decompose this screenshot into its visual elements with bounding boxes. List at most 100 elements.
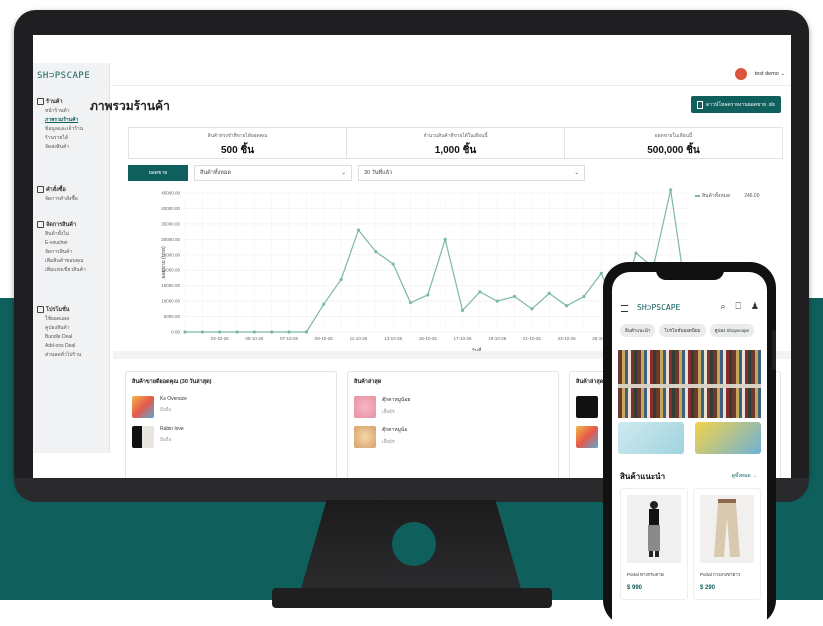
stat-value: 500 ชิ้น [220, 145, 255, 156]
data-point [322, 302, 326, 306]
export-report-label: ดาวน์โหลดรายงานยอดขาย .xls [706, 101, 775, 108]
legend-value: 246.00 [744, 193, 760, 199]
data-point [252, 330, 256, 334]
list-item[interactable]: Rabin love มือถือ [132, 426, 330, 456]
metric-toggle-button[interactable]: ยอดขาย [128, 165, 188, 181]
sidebar-item[interactable]: จัดการคำสั่งซื้อ [37, 194, 107, 203]
sidebar-item[interactable]: คูปองสินค้า [37, 323, 107, 332]
chip[interactable]: โปรโมชั่นยอดนิยม [659, 324, 706, 337]
data-point [339, 277, 343, 282]
top-header: test demo ⌄ [109, 63, 791, 86]
x-tick-label: 03-10-26 [211, 336, 230, 341]
y-tick-label: 15000.00 [161, 283, 180, 288]
sidebar-item[interactable]: Add-ons Deal [37, 341, 107, 350]
product-name: Portal ทางกระดาษ [627, 572, 664, 577]
sidebar-item[interactable]: ร้านรายได้ [37, 133, 107, 142]
promo-tile[interactable] [618, 422, 684, 454]
data-point [564, 304, 569, 308]
x-tick-label: 15-10-26 [419, 336, 438, 341]
period-select-value: 30 วันที่แล้ว [364, 170, 393, 176]
product-thumbnail [576, 396, 598, 418]
user-menu[interactable]: test demo ⌄ [755, 71, 785, 77]
data-point [270, 330, 274, 334]
section-icon [37, 98, 44, 105]
chart-filters: ยอดขาย สินค้าทั้งหมด ⌄ 30 วันที่แล้ว ⌄ [128, 165, 585, 181]
product-image [627, 495, 681, 563]
phone-side-button [772, 330, 776, 370]
product-card[interactable]: Portal ทางกระดาษ $ 990 [620, 488, 688, 600]
product-card[interactable]: Portal กางเกงขายาว $ 290 [693, 488, 761, 600]
chip[interactable]: คูปอง Shopscape [709, 324, 755, 337]
chip[interactable]: สินค้าแนะนำ [620, 324, 656, 337]
section-icon [37, 306, 44, 313]
x-tick-label: 09-10-26 [315, 336, 334, 341]
data-point [183, 330, 187, 334]
y-tick-label: 45000.00 [161, 191, 180, 196]
y-tick-label: 5000.00 [164, 314, 181, 319]
sidebar-group-label: โปรโมชั่น [46, 306, 70, 313]
sidebar-item[interactable]: E-voucher [37, 238, 107, 247]
product-price: $ 290 [700, 585, 716, 591]
sidebar-item[interactable]: เพิ่มแท่งเขียวสินค้า [37, 265, 107, 274]
data-point [426, 293, 430, 297]
search-icon[interactable]: ⌕ [720, 301, 725, 312]
sidebar-group-head[interactable]: คำสั่งซื้อ [37, 185, 107, 194]
product-select[interactable]: สินค้าทั้งหมด ⌄ [194, 165, 352, 181]
promo-tile[interactable] [695, 422, 761, 454]
data-point [634, 251, 638, 255]
sidebar-group-head[interactable]: จัดการสินค้า [37, 220, 107, 229]
stat-label: ยอดขายในเดือนนี้ [654, 134, 693, 139]
sidebar-item[interactable]: จัดการสินค้า [37, 247, 107, 256]
x-tick-label: 17-10-26 [454, 336, 473, 341]
phone-notch [656, 264, 724, 280]
y-tick-label: 0.00 [171, 330, 180, 335]
sidebar-item[interactable]: ภาพรวมร้านค้า [37, 115, 107, 124]
stat-label: สินค้าทรงจำที่ขายได้ยอดคุณ [207, 134, 268, 139]
data-point [669, 188, 673, 192]
bag-icon[interactable]: ⎕ [736, 301, 741, 312]
x-tick-label: 11-10-26 [350, 336, 368, 341]
sidebar-item[interactable]: ข้อมูลและเจ้าร้าน [37, 124, 107, 133]
banner-shelf [618, 384, 761, 388]
model-figure [648, 501, 660, 557]
period-select[interactable]: 30 วันที่แล้ว ⌄ [358, 165, 585, 181]
phone-logo[interactable]: SH⊃PSCAPE [637, 303, 680, 312]
x-tick-label: 05-10-26 [245, 336, 264, 341]
product-price: $ 990 [627, 585, 643, 591]
sidebar-item[interactable]: จัดส่งสินค้า [37, 142, 107, 151]
stat-value: 1,000 ชิ้น [434, 145, 477, 156]
user-icon[interactable]: ♟ [751, 301, 759, 312]
sidebar-item[interactable]: เพิ่มสินค้าขอบคุณ [37, 256, 107, 265]
sidebar-item[interactable]: Bundle Deal [37, 332, 107, 341]
x-tick-label: 19-10-26 [488, 336, 507, 341]
menu-icon[interactable] [621, 305, 628, 312]
card-title: สินค้าขายดียอดคุณ (30 วันล่าสุด) [132, 379, 212, 385]
data-point [356, 228, 361, 232]
data-point [218, 330, 222, 334]
stand-hole [392, 522, 436, 566]
export-report-button[interactable]: ดาวน์โหลดรายงานยอดขาย .xls [691, 96, 781, 113]
y-axis-label: ยอดขาย (บาท) [161, 246, 167, 279]
list-item[interactable]: ตุ๊กตาหมูน้อ เสื้อผุ้ช [354, 426, 552, 456]
latest-products-card: สินค้าล่าสุด ตุ๊กตาหมูน้อย เสื้อผุ้ช ตุ๊ก… [347, 371, 559, 478]
monitor-base [272, 588, 552, 608]
sidebar-group-head[interactable]: โปรโมชั่น [37, 305, 107, 314]
data-point [460, 308, 465, 312]
product-name: Rabin love [160, 426, 184, 432]
list-item[interactable]: ตุ๊กตาหมูน้อย เสื้อผุ้ช [354, 396, 552, 426]
y-tick-label: 30000.00 [161, 237, 180, 242]
document-icon [697, 100, 704, 109]
list-item[interactable]: Ks Oversize มือถือ [132, 396, 330, 426]
sidebar-item[interactable]: ใช้ยอดแผล [37, 314, 107, 323]
see-all-link[interactable]: ดูทั้งหมด → [732, 472, 757, 480]
stat-value: 500,000 ชิ้น [647, 145, 700, 156]
sidebar-item[interactable]: ส่วนลดทั่วไปร้าน [37, 350, 107, 359]
sidebar-item[interactable]: สินค้าทั้งไม่ [37, 229, 107, 238]
brand-logo[interactable]: SH⊃PSCAPE [37, 71, 90, 81]
avatar[interactable] [735, 68, 747, 80]
y-tick-label: 35000.00 [161, 221, 180, 226]
product-thumbnail [576, 426, 598, 448]
sidebar-group: จัดการสินค้า สินค้าทั้งไม่ E-voucher จัดการ… [37, 220, 107, 274]
stats-bar: สินค้าทรงจำที่ขายได้ยอดคุณ 500 ชิ้น จำนวน… [128, 127, 783, 159]
product-name: ตุ๊กตาหมูน้อย [382, 397, 411, 403]
